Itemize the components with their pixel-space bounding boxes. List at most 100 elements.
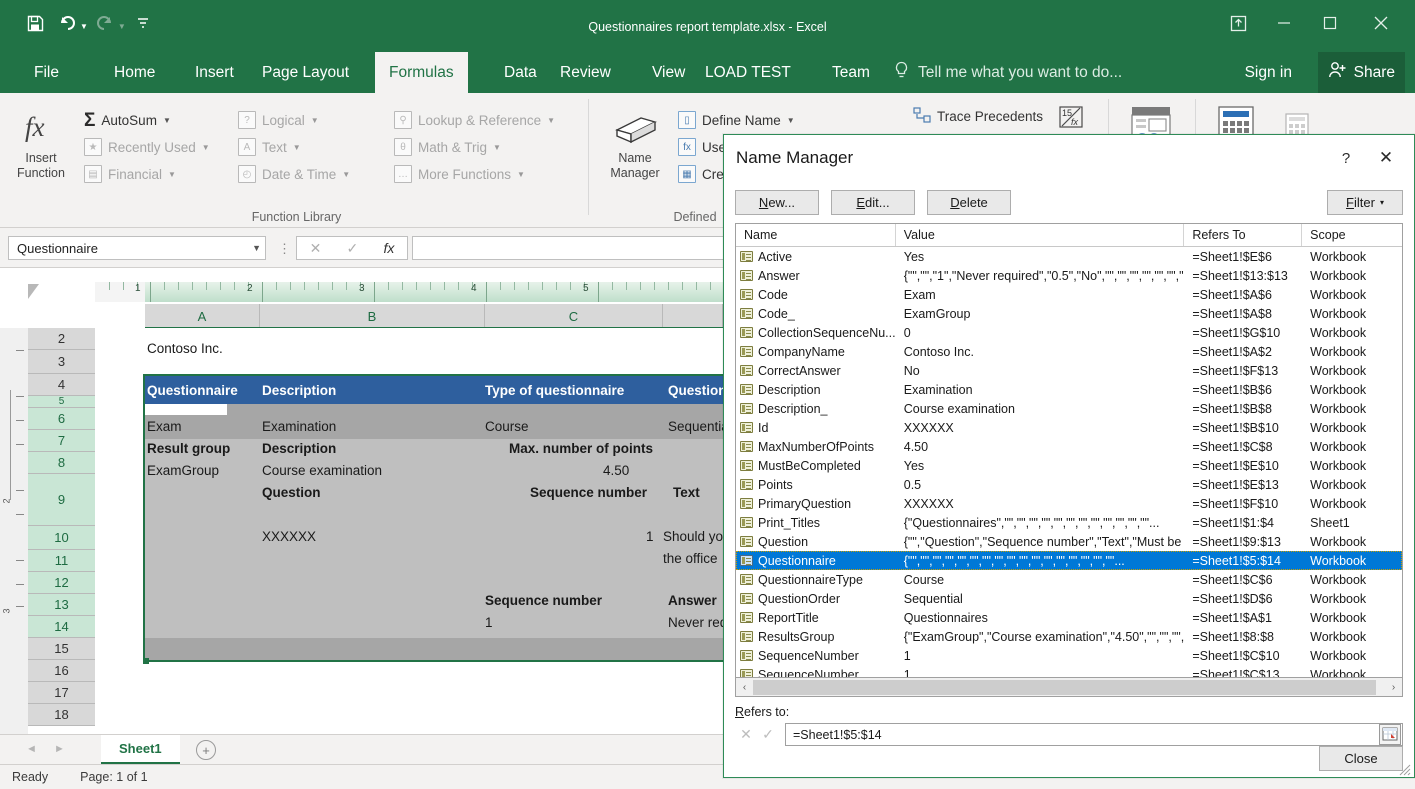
refers-to-input[interactable]: =Sheet1!$5:$14: [785, 723, 1403, 746]
name-box[interactable]: Questionnaire ▼: [8, 236, 266, 260]
refers-confirm-icon[interactable]: ✓: [757, 723, 779, 746]
name-row[interactable]: Print_Titles{"Questionnaires","","","","…: [736, 513, 1402, 532]
tab-data[interactable]: Data: [490, 52, 551, 93]
name-row[interactable]: IdXXXXXX=Sheet1!$B$10Workbook: [736, 418, 1402, 437]
add-sheet-icon[interactable]: +: [196, 740, 216, 760]
column-header-b[interactable]: B: [260, 304, 485, 328]
row-header-5[interactable]: 5: [28, 396, 95, 408]
lookup-reference-button[interactable]: ⚲ Lookup & Reference ▼: [394, 111, 555, 129]
scroll-left-icon[interactable]: ‹: [736, 679, 753, 696]
name-row[interactable]: MaxNumberOfPoints4.50=Sheet1!$C$8Workboo…: [736, 437, 1402, 456]
ribbon-display-options-icon[interactable]: [1215, 6, 1261, 40]
autosum-caret-icon[interactable]: ▼: [163, 116, 171, 125]
math-trig-caret-icon[interactable]: ▼: [493, 143, 501, 152]
name-row[interactable]: Question{"","Question","Sequence number"…: [736, 532, 1402, 551]
col-header-scope[interactable]: Scope: [1302, 224, 1402, 246]
cancel-icon[interactable]: ✕: [310, 240, 322, 257]
name-row[interactable]: QuestionnaireTypeCourse=Sheet1!$C$6Workb…: [736, 570, 1402, 589]
lookup-reference-caret-icon[interactable]: ▼: [547, 116, 555, 125]
dialog-close-icon[interactable]: ✕: [1366, 140, 1406, 176]
trace-precedents-button[interactable]: Trace Precedents: [913, 107, 1043, 126]
row-header-2[interactable]: 2: [28, 328, 95, 350]
date-time-caret-icon[interactable]: ▼: [342, 170, 350, 179]
tab-formulas[interactable]: Formulas: [375, 52, 468, 93]
minimize-icon[interactable]: [1261, 6, 1307, 40]
define-name-button[interactable]: ▯ Define Name ▼: [678, 111, 795, 129]
filter-button[interactable]: Filter ▾: [1327, 190, 1403, 215]
column-header-c[interactable]: C: [485, 304, 663, 328]
define-name-caret-icon[interactable]: ▼: [787, 116, 795, 125]
row-header-12[interactable]: 12: [28, 572, 95, 594]
names-list-body[interactable]: ActiveYes=Sheet1!$E$6WorkbookAnswer{"","…: [736, 247, 1402, 677]
use-in-formula-button[interactable]: fx Use: [678, 138, 726, 156]
col-header-value[interactable]: Value: [896, 224, 1185, 246]
col-header-refers-to[interactable]: Refers To: [1184, 224, 1302, 246]
dialog-title-bar[interactable]: Name Manager ? ✕: [724, 135, 1414, 181]
name-row[interactable]: ReportTitleQuestionnaires=Sheet1!$A$1Wor…: [736, 608, 1402, 627]
selection-fill-handle[interactable]: [143, 658, 149, 664]
row-header-6[interactable]: 6: [28, 408, 95, 430]
name-row[interactable]: CorrectAnswerNo=Sheet1!$F$13Workbook: [736, 361, 1402, 380]
tab-load-test[interactable]: LOAD TEST: [691, 52, 805, 93]
recently-used-caret-icon[interactable]: ▼: [202, 143, 210, 152]
col-header-name[interactable]: Name: [736, 224, 896, 246]
logical-button[interactable]: ? Logical ▼: [238, 111, 319, 129]
autosum-button[interactable]: Σ AutoSum ▼: [84, 111, 171, 130]
sheet-tab-sheet1[interactable]: Sheet1: [101, 735, 180, 764]
tab-review[interactable]: Review: [546, 52, 625, 93]
more-functions-caret-icon[interactable]: ▼: [517, 170, 525, 179]
resize-grip-icon[interactable]: [1399, 763, 1411, 775]
tab-insert[interactable]: Insert: [181, 52, 248, 93]
close-icon[interactable]: [1353, 6, 1409, 40]
hscroll-thumb[interactable]: [753, 680, 1376, 695]
edit-name-button[interactable]: Edit...: [831, 190, 915, 215]
name-row[interactable]: SequenceNumber1=Sheet1!$C$10Workbook: [736, 646, 1402, 665]
name-row[interactable]: PrimaryQuestionXXXXXX=Sheet1!$F$10Workbo…: [736, 494, 1402, 513]
name-row[interactable]: Questionnaire{"","","","","","","","",""…: [736, 551, 1402, 570]
name-row[interactable]: ActiveYes=Sheet1!$E$6Workbook: [736, 247, 1402, 266]
help-icon[interactable]: ?: [1326, 140, 1366, 176]
tab-team[interactable]: Team: [818, 52, 884, 93]
show-formulas-icon[interactable]: 15fx: [1058, 105, 1084, 129]
tab-file[interactable]: File: [20, 52, 73, 93]
tab-page-layout[interactable]: Page Layout: [248, 52, 363, 93]
insert-function-button[interactable]: fx Insert Function: [10, 105, 72, 181]
new-name-button[interactable]: New...: [735, 190, 819, 215]
refers-cancel-icon[interactable]: ✕: [735, 723, 757, 746]
text-button[interactable]: A Text ▼: [238, 138, 301, 156]
financial-caret-icon[interactable]: ▼: [168, 170, 176, 179]
name-row[interactable]: CompanyNameContoso Inc.=Sheet1!$A$2Workb…: [736, 342, 1402, 361]
name-row[interactable]: MustBeCompletedYes=Sheet1!$E$10Workbook: [736, 456, 1402, 475]
create-from-selection-button[interactable]: ▦ Cre: [678, 165, 724, 183]
names-list-hscrollbar[interactable]: ‹ ›: [735, 678, 1403, 697]
close-dialog-button[interactable]: Close: [1319, 746, 1403, 771]
name-box-caret-icon[interactable]: ▼: [252, 243, 261, 253]
row-header-15[interactable]: 15: [28, 638, 95, 660]
enter-icon[interactable]: ✓: [347, 240, 359, 257]
name-manager-button[interactable]: Name Manager: [600, 105, 670, 181]
scroll-right-icon[interactable]: ›: [1385, 679, 1402, 696]
share-button[interactable]: Share: [1318, 52, 1405, 93]
insert-function-icon[interactable]: fx: [383, 240, 394, 256]
select-all-corner[interactable]: [28, 284, 39, 299]
row-header-11[interactable]: 11: [28, 550, 95, 572]
row-header-10[interactable]: 10: [28, 526, 95, 550]
row-header-3[interactable]: 3: [28, 350, 95, 374]
math-trig-button[interactable]: θ Math & Trig ▼: [394, 138, 501, 156]
text-caret-icon[interactable]: ▼: [293, 143, 301, 152]
maximize-icon[interactable]: [1307, 6, 1353, 40]
column-header-a[interactable]: A: [145, 304, 260, 328]
name-row[interactable]: SequenceNumber_1=Sheet1!$C$13Workbook: [736, 665, 1402, 677]
row-header-17[interactable]: 17: [28, 682, 95, 704]
name-row[interactable]: ResultsGroup{"ExamGroup","Course examina…: [736, 627, 1402, 646]
row-header-16[interactable]: 16: [28, 660, 95, 682]
name-row[interactable]: QuestionOrderSequential=Sheet1!$D$6Workb…: [736, 589, 1402, 608]
delete-name-button[interactable]: Delete: [927, 190, 1011, 215]
more-functions-button[interactable]: … More Functions ▼: [394, 165, 525, 183]
formula-bar-splitter[interactable]: ⋮: [278, 241, 291, 257]
name-row[interactable]: DescriptionExamination=Sheet1!$B$6Workbo…: [736, 380, 1402, 399]
name-row[interactable]: Points0.5=Sheet1!$E$13Workbook: [736, 475, 1402, 494]
logical-caret-icon[interactable]: ▼: [311, 116, 319, 125]
next-sheet-icon[interactable]: ►: [54, 743, 65, 755]
row-header-9[interactable]: 9: [28, 474, 95, 526]
